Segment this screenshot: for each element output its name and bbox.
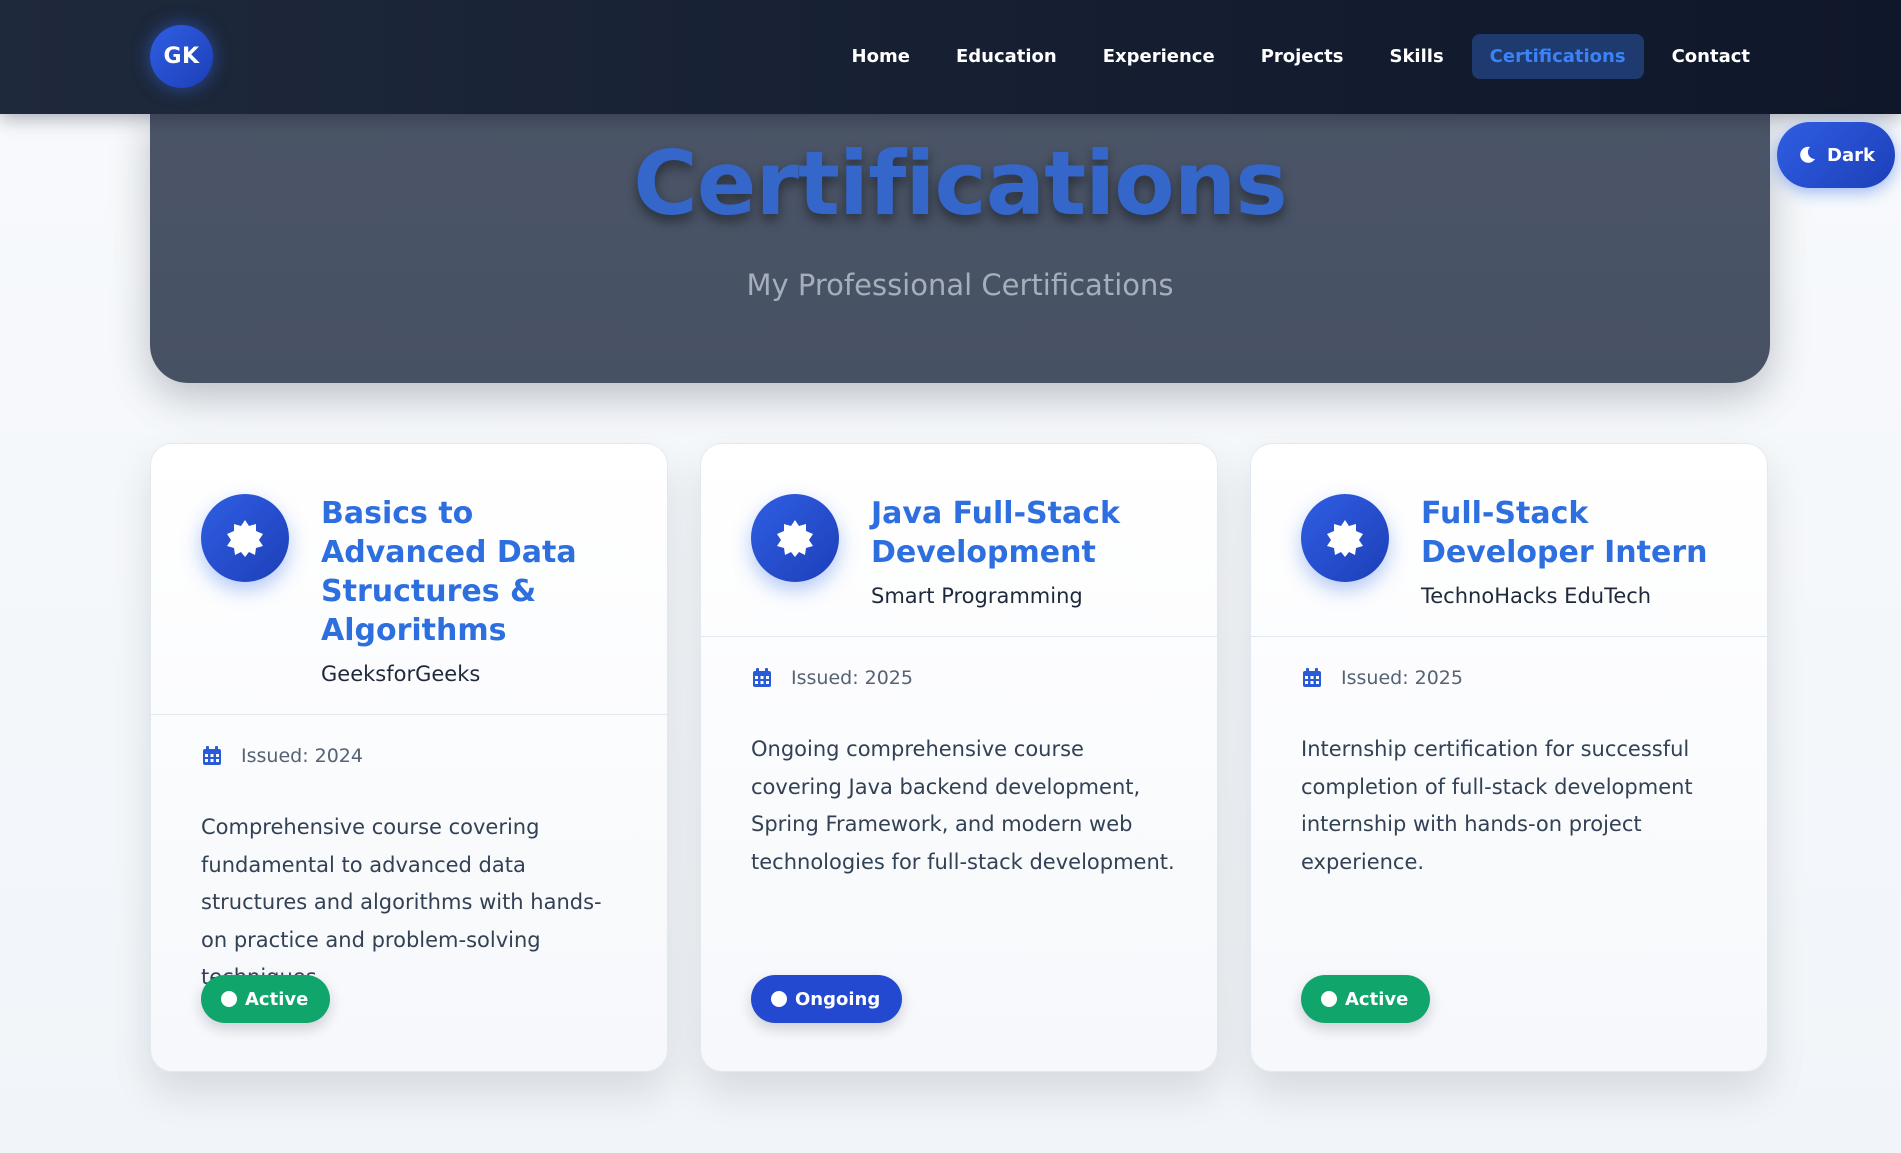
nav-link-education[interactable]: Education: [938, 34, 1075, 79]
status-dot-icon: [771, 991, 787, 1007]
certificate-badge-icon: [751, 494, 839, 582]
certification-card: Basics to Advanced Data Structures & Alg…: [150, 443, 668, 1072]
nav-link-certifications[interactable]: Certifications: [1471, 34, 1644, 79]
navbar: GK Home Education Experience Projects Sk…: [0, 0, 1901, 114]
card-title: Full-Stack Developer Intern: [1421, 496, 1708, 570]
card-title: Java Full-Stack Development: [871, 496, 1120, 570]
status-dot-icon: [221, 991, 237, 1007]
logo[interactable]: GK: [150, 25, 213, 88]
nav-links: Home Education Experience Projects Skill…: [834, 33, 1768, 80]
theme-toggle-label: Dark: [1827, 144, 1875, 166]
certification-card: Full-Stack Developer Intern TechnoHacks …: [1250, 443, 1768, 1072]
status-label: Active: [245, 988, 309, 1010]
theme-toggle-button[interactable]: Dark: [1777, 122, 1895, 188]
status-badge: Ongoing: [751, 975, 903, 1023]
nav-link-skills[interactable]: Skills: [1372, 34, 1462, 79]
certificate-badge-icon: [201, 494, 289, 582]
card-description: Ongoing comprehensive course covering Ja…: [751, 737, 1175, 874]
card-description: Internship certification for successful …: [1301, 737, 1693, 874]
page-title: Certifications: [633, 132, 1288, 235]
card-body: Issued: 2025 Ongoing comprehensive cours…: [701, 637, 1217, 881]
issued-label: Issued: 2024: [241, 745, 363, 767]
page-subtitle: My Professional Certifications: [746, 268, 1174, 302]
nav-link-contact[interactable]: Contact: [1654, 34, 1768, 79]
certification-cards: Basics to Advanced Data Structures & Alg…: [150, 443, 1770, 1072]
issued-date: Issued: 2024: [201, 745, 627, 767]
certification-card: Java Full-Stack Development Smart Progra…: [700, 443, 1218, 1072]
hero-banner: Certifications My Professional Certifica…: [150, 110, 1770, 383]
issued-label: Issued: 2025: [1341, 667, 1463, 689]
card-body: Issued: 2025 Internship certification fo…: [1251, 637, 1767, 881]
card-issuer: GeeksforGeeks: [321, 662, 481, 686]
issued-date: Issued: 2025: [1301, 667, 1727, 689]
card-title: Basics to Advanced Data Structures & Alg…: [321, 496, 577, 648]
card-header: Basics to Advanced Data Structures & Alg…: [151, 444, 667, 715]
card-header: Java Full-Stack Development Smart Progra…: [701, 444, 1217, 637]
status-badge: Active: [1301, 975, 1431, 1023]
nav-link-projects[interactable]: Projects: [1243, 34, 1362, 79]
status-dot-icon: [1321, 991, 1337, 1007]
moon-icon: [1800, 146, 1816, 163]
card-header: Full-Stack Developer Intern TechnoHacks …: [1251, 444, 1767, 637]
card-issuer: TechnoHacks EduTech: [1421, 584, 1652, 608]
status-label: Ongoing: [795, 988, 881, 1010]
nav-link-experience[interactable]: Experience: [1085, 34, 1233, 79]
status-label: Active: [1345, 988, 1409, 1010]
card-body: Issued: 2024 Comprehensive course coveri…: [151, 715, 667, 997]
card-description: Comprehensive course covering fundamenta…: [201, 815, 602, 989]
issued-label: Issued: 2025: [791, 667, 913, 689]
calendar-icon: [1303, 668, 1321, 687]
issued-date: Issued: 2025: [751, 667, 1177, 689]
nav-link-home[interactable]: Home: [834, 34, 928, 79]
card-issuer: Smart Programming: [871, 584, 1083, 608]
certificate-badge-icon: [1301, 494, 1389, 582]
calendar-icon: [753, 668, 771, 687]
status-badge: Active: [201, 975, 331, 1023]
calendar-icon: [203, 746, 221, 765]
